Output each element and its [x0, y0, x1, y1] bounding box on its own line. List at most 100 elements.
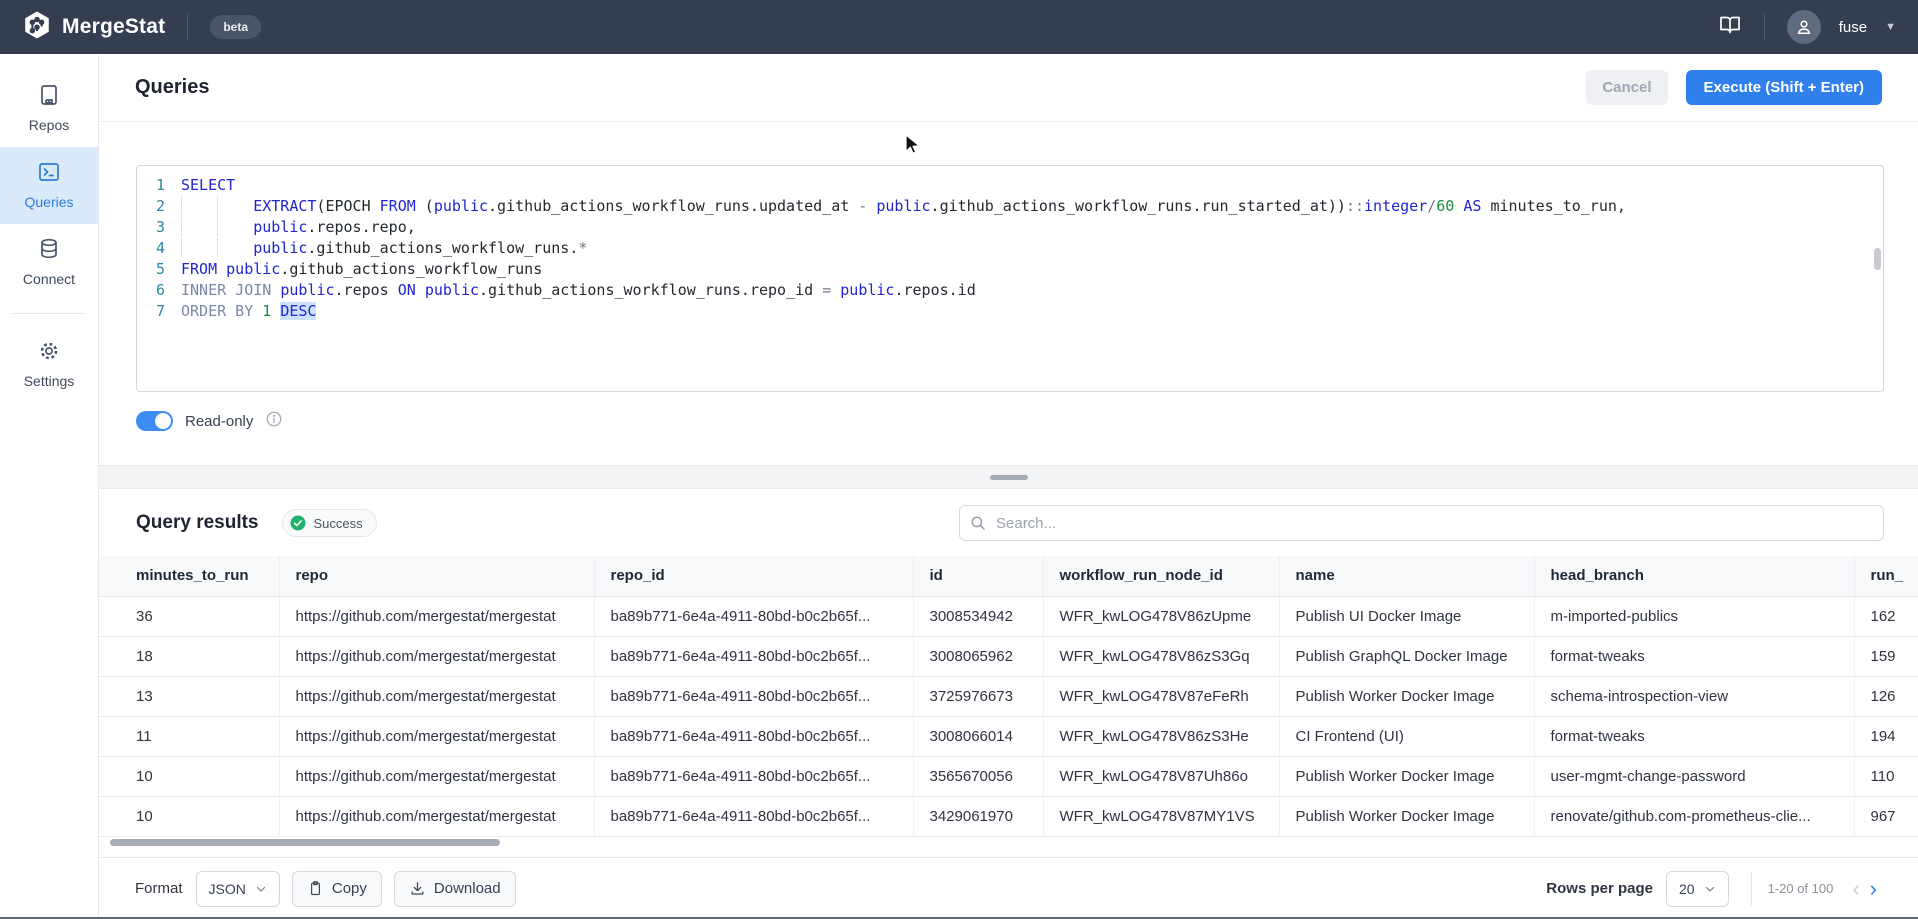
horizontal-scrollbar-thumb[interactable] — [110, 839, 500, 846]
download-label: Download — [434, 880, 501, 897]
line-number: 3 — [137, 217, 181, 238]
sidebar-item-repos[interactable]: Repos — [0, 70, 98, 147]
check-circle-icon — [289, 514, 307, 532]
table-cell: WFR_kwLOG478V86zS3He — [1043, 716, 1279, 756]
user-name[interactable]: fuse — [1839, 19, 1867, 36]
table-cell: Publish Worker Docker Image — [1279, 676, 1534, 716]
sql-editor[interactable]: 1SELECT2EXTRACT(EPOCH FROM (public.githu… — [136, 165, 1884, 392]
readonly-toggle[interactable] — [136, 411, 173, 431]
avatar[interactable] — [1787, 10, 1821, 44]
editor-vertical-scrollbar[interactable] — [1874, 248, 1881, 270]
table-cell: https://github.com/mergestat/mergestat — [279, 716, 594, 756]
line-number: 2 — [137, 196, 181, 217]
code-text: public.github_actions_workflow_runs.* — [181, 238, 587, 259]
footer-divider — [1751, 872, 1752, 906]
column-header[interactable]: head_branch — [1534, 556, 1854, 596]
table-cell: 110 — [1854, 756, 1918, 796]
table-cell: https://github.com/mergestat/mergestat — [279, 676, 594, 716]
table-horizontal-scrollbar — [99, 837, 1918, 849]
table-cell: 18 — [99, 636, 279, 676]
table-body: 36https://github.com/mergestat/mergestat… — [99, 596, 1918, 836]
line-number: 7 — [137, 301, 181, 322]
table-cell: WFR_kwLOG478V87MY1VS — [1043, 796, 1279, 836]
download-button[interactable]: Download — [394, 871, 516, 907]
app-window: MergeStat beta fuse ▼ — [0, 0, 1918, 919]
table-cell: Publish Worker Docker Image — [1279, 796, 1534, 836]
code-line[interactable]: 3public.repos.repo, — [137, 217, 1883, 238]
table-row[interactable]: 36https://github.com/mergestat/mergestat… — [99, 596, 1918, 636]
table-cell: 36 — [99, 596, 279, 636]
terminal-icon — [37, 160, 61, 189]
table-row[interactable]: 11https://github.com/mergestat/mergestat… — [99, 716, 1918, 756]
code-line[interactable]: 6INNER JOIN public.repos ON public.githu… — [137, 280, 1883, 301]
code-line[interactable]: 4public.github_actions_workflow_runs.* — [137, 238, 1883, 259]
docs-book-icon[interactable] — [1718, 13, 1742, 42]
brand[interactable]: MergeStat — [22, 10, 165, 45]
chevron-down-icon[interactable]: ▼ — [1885, 21, 1896, 33]
table-header-row: minutes_to_runreporepo_ididworkflow_run_… — [99, 556, 1918, 596]
column-header[interactable]: minutes_to_run — [99, 556, 279, 596]
cancel-button[interactable]: Cancel — [1586, 70, 1667, 105]
rows-per-page-select[interactable]: 20 — [1666, 871, 1729, 907]
rows-per-page-value: 20 — [1679, 881, 1695, 897]
resize-handle[interactable] — [990, 475, 1028, 480]
table-row[interactable]: 18https://github.com/mergestat/mergestat… — [99, 636, 1918, 676]
column-header[interactable]: repo — [279, 556, 594, 596]
table-cell: 126 — [1854, 676, 1918, 716]
table-cell: 11 — [99, 716, 279, 756]
table-cell: 13 — [99, 676, 279, 716]
table-cell: WFR_kwLOG478V86zS3Gq — [1043, 636, 1279, 676]
table-cell: ba89b771-6e4a-4911-80bd-b0c2b65f... — [594, 636, 913, 676]
table-cell: https://github.com/mergestat/mergestat — [279, 756, 594, 796]
code-text: FROM public.github_actions_workflow_runs — [181, 259, 542, 280]
code-text: EXTRACT(EPOCH FROM (public.github_action… — [181, 196, 1626, 217]
page-title: Queries — [135, 76, 209, 99]
sidebar-divider — [12, 313, 86, 314]
table-cell: CI Frontend (UI) — [1279, 716, 1534, 756]
results-footer: Format JSON Copy Download — [99, 857, 1918, 919]
copy-button[interactable]: Copy — [292, 871, 382, 907]
info-icon[interactable] — [265, 410, 283, 433]
mergestat-logo-icon — [22, 10, 52, 45]
column-header[interactable]: workflow_run_node_id — [1043, 556, 1279, 596]
column-header[interactable]: run_ — [1854, 556, 1918, 596]
table-cell: schema-introspection-view — [1534, 676, 1854, 716]
execute-button[interactable]: Execute (Shift + Enter) — [1686, 70, 1882, 105]
table-cell: ba89b771-6e4a-4911-80bd-b0c2b65f... — [594, 756, 913, 796]
table-row[interactable]: 13https://github.com/mergestat/mergestat… — [99, 676, 1918, 716]
table-cell: user-mgmt-change-password — [1534, 756, 1854, 796]
table-cell: Publish GraphQL Docker Image — [1279, 636, 1534, 676]
search-input[interactable] — [959, 505, 1884, 541]
format-select-value: JSON — [209, 881, 246, 897]
status-text: Success — [314, 516, 363, 531]
column-header[interactable]: repo_id — [594, 556, 913, 596]
sidebar-item-settings[interactable]: Settings — [0, 326, 98, 403]
column-header[interactable]: name — [1279, 556, 1534, 596]
pagination-range: 1-20 of 100 — [1768, 881, 1834, 896]
code-line[interactable]: 5FROM public.github_actions_workflow_run… — [137, 259, 1883, 280]
table-cell: 194 — [1854, 716, 1918, 756]
chevron-down-icon — [1704, 883, 1716, 895]
format-label: Format — [135, 880, 183, 897]
sidebar-item-connect[interactable]: Connect — [0, 224, 98, 301]
table-cell: format-tweaks — [1534, 716, 1854, 756]
table-cell: format-tweaks — [1534, 636, 1854, 676]
format-select[interactable]: JSON — [196, 871, 280, 907]
sidebar-item-queries[interactable]: Queries — [0, 147, 98, 224]
table-cell: 10 — [99, 796, 279, 836]
sidebar-item-label: Settings — [24, 373, 75, 389]
table-row[interactable]: 10https://github.com/mergestat/mergestat… — [99, 756, 1918, 796]
column-header[interactable]: id — [913, 556, 1043, 596]
table-cell: 10 — [99, 756, 279, 796]
previous-page-icon[interactable]: ‹ — [1847, 878, 1864, 900]
next-page-icon[interactable]: › — [1865, 878, 1882, 900]
table-cell: 162 — [1854, 596, 1918, 636]
readonly-label: Read-only — [185, 413, 253, 430]
navbar-divider — [1764, 14, 1765, 40]
line-number: 5 — [137, 259, 181, 280]
code-line[interactable]: 2EXTRACT(EPOCH FROM (public.github_actio… — [137, 196, 1883, 217]
code-line[interactable]: 1SELECT — [137, 175, 1883, 196]
brand-name: MergeStat — [62, 15, 165, 39]
code-line[interactable]: 7ORDER BY 1 DESC — [137, 301, 1883, 322]
table-row[interactable]: 10https://github.com/mergestat/mergestat… — [99, 796, 1918, 836]
